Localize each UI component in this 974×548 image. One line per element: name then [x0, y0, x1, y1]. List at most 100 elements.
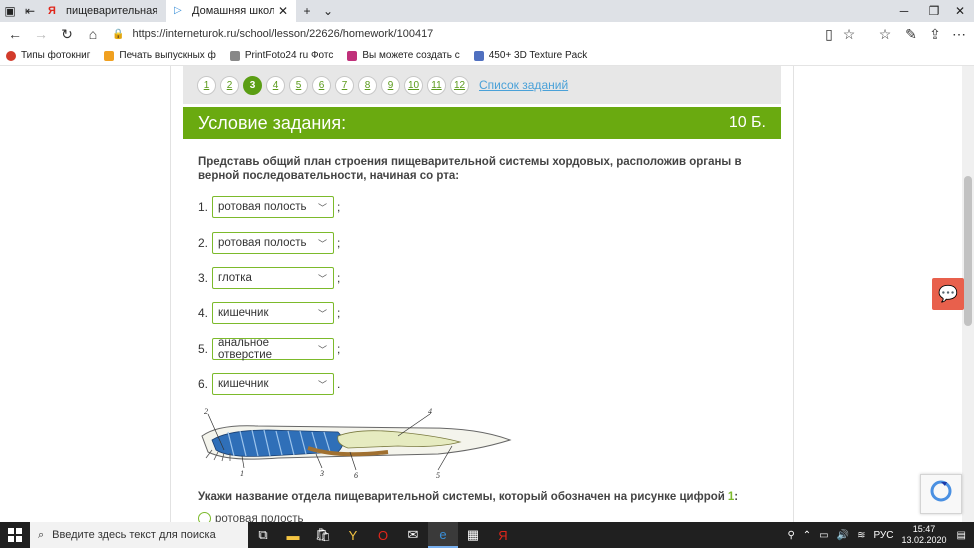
- bookmark-label: PrintFoto24 ru Фотс: [244, 50, 334, 61]
- answer-punct: ;: [337, 306, 341, 320]
- close-window-icon[interactable]: ✕: [940, 0, 974, 22]
- page-link[interactable]: 7: [335, 75, 354, 95]
- clock[interactable]: 15:47 13.02.2020: [902, 524, 947, 546]
- tab-digestive-system[interactable]: Я пищеварительная система: [40, 0, 165, 22]
- radio-button[interactable]: [198, 512, 211, 522]
- recaptcha-icon: [930, 480, 952, 502]
- volume-icon[interactable]: 🔊: [837, 530, 849, 541]
- answer-number: 3.: [198, 271, 209, 285]
- question2: Укажи название отдела пищеварительной си…: [198, 491, 738, 503]
- new-tab-icon[interactable]: +: [296, 0, 318, 22]
- store-icon[interactable]: 🛍: [308, 522, 338, 548]
- more-menu-icon[interactable]: ⋯: [946, 23, 972, 45]
- page-link-current[interactable]: 3: [243, 75, 262, 95]
- page-link[interactable]: 12: [450, 75, 469, 95]
- wifi-icon[interactable]: ≋: [857, 530, 865, 541]
- answer-number: 5.: [198, 342, 209, 356]
- bookmark-item[interactable]: Печать выпускных ф: [104, 50, 216, 61]
- home-icon[interactable]: ⌂: [80, 23, 106, 45]
- calculator-icon[interactable]: ▦: [458, 522, 488, 548]
- chevron-down-icon: ﹀: [317, 379, 327, 390]
- page-link[interactable]: 10: [404, 75, 423, 95]
- tab-list-chevron-icon[interactable]: ⌄: [318, 0, 338, 22]
- bookmark-item[interactable]: PrintFoto24 ru Фотс: [229, 50, 334, 61]
- url-text: https://interneturok.ru/school/lesson/22…: [132, 28, 434, 40]
- answer-select[interactable]: ротовая полость ﹀: [212, 232, 334, 254]
- page-link[interactable]: 8: [358, 75, 377, 95]
- task-banner: Условие задания: 10 Б.: [183, 107, 781, 139]
- page-link[interactable]: 9: [381, 75, 400, 95]
- yandex-icon[interactable]: Я: [488, 522, 518, 548]
- task-pager: 1 2 3 4 5 6 7 8 9 10 11 12 Список задани…: [183, 66, 781, 104]
- chat-icon[interactable]: 💬: [932, 278, 964, 310]
- page-link[interactable]: 1: [197, 75, 216, 95]
- opera-icon[interactable]: O: [368, 522, 398, 548]
- task-points: 10 Б.: [728, 114, 766, 131]
- battery-icon[interactable]: ▭: [819, 530, 828, 541]
- page-link[interactable]: 11: [427, 75, 446, 95]
- edge-browser-icon[interactable]: e: [428, 522, 458, 548]
- bookmark-item[interactable]: Типы фотокниг: [6, 50, 90, 61]
- share-icon[interactable]: ⇪: [922, 23, 948, 45]
- bookmark-favicon-icon: [6, 50, 16, 61]
- windows-start-icon[interactable]: [0, 522, 30, 548]
- bookmark-item[interactable]: 450+ 3D Texture Pack: [473, 50, 587, 61]
- back-tabs-icon[interactable]: ⇤: [20, 0, 40, 22]
- tasks-list-link[interactable]: Список заданий: [479, 78, 568, 92]
- answer-punct: ;: [337, 342, 341, 356]
- chevron-down-icon: ﹀: [317, 273, 327, 284]
- tab-label: пищеварительная система: [66, 5, 157, 17]
- favorite-star-icon[interactable]: ☆: [836, 23, 862, 45]
- answer-row: 5. анальное отверстие ﹀ ;: [198, 337, 341, 361]
- forward-arrow-icon[interactable]: →: [28, 23, 54, 45]
- figure-label: 2: [204, 407, 208, 416]
- answer-select[interactable]: кишечник ﹀: [212, 373, 334, 395]
- yandex-browser-icon[interactable]: Y: [338, 522, 368, 548]
- figure-label: 1: [240, 469, 244, 478]
- task-view-icon[interactable]: ⧉: [248, 522, 278, 548]
- radio-option[interactable]: ротовая полость: [198, 512, 304, 522]
- bookmark-item[interactable]: Вы можете создать с: [347, 50, 460, 61]
- refresh-icon[interactable]: ↻: [54, 23, 80, 45]
- notifications-icon[interactable]: ▤: [957, 530, 966, 541]
- page-link[interactable]: 5: [289, 75, 308, 95]
- answer-select[interactable]: глотка ﹀: [212, 267, 334, 289]
- page-link[interactable]: 6: [312, 75, 331, 95]
- back-arrow-icon[interactable]: ←: [2, 23, 28, 45]
- page-link[interactable]: 2: [220, 75, 239, 95]
- chevron-down-icon: ﹀: [317, 308, 327, 319]
- tab-actions-icon[interactable]: ▣: [0, 0, 20, 22]
- tab-interneturok[interactable]: ▷ Домашняя школа Inter ✕: [166, 0, 296, 22]
- address-bar[interactable]: 🔒 https://interneturok.ru/school/lesson/…: [106, 24, 836, 44]
- answer-number: 2.: [198, 236, 209, 250]
- search-icon: ⌕: [38, 528, 45, 541]
- bookmarks-bar: Типы фотокниг Печать выпускных ф PrintFo…: [0, 46, 974, 66]
- clock-time: 15:47: [912, 524, 936, 534]
- scrollbar-thumb[interactable]: [964, 176, 972, 326]
- favorites-hub-icon[interactable]: ☆: [872, 23, 898, 45]
- question2-text: Укажи название отдела пищеварительной си…: [198, 491, 725, 503]
- answer-select[interactable]: анальное отверстие ﹀: [212, 337, 334, 361]
- people-icon[interactable]: ⚲: [787, 530, 794, 541]
- task-title: Условие задания:: [198, 112, 347, 133]
- file-explorer-icon[interactable]: ▬: [278, 522, 308, 548]
- figure-label: 4: [428, 407, 432, 416]
- clock-date: 13.02.2020: [901, 535, 947, 545]
- close-tab-icon[interactable]: ✕: [278, 4, 288, 18]
- input-language[interactable]: РУС: [873, 530, 893, 541]
- answer-select[interactable]: кишечник ﹀: [212, 302, 334, 324]
- taskbar-search-input[interactable]: ⌕ Введите здесь текст для поиска: [30, 522, 248, 548]
- chevron-up-icon[interactable]: ⌃: [803, 530, 811, 541]
- windows-taskbar: ⌕ Введите здесь текст для поиска ⧉ ▬ 🛍 Y…: [0, 522, 974, 548]
- recaptcha-badge[interactable]: [920, 474, 962, 514]
- select-value: ротовая полость: [218, 201, 307, 213]
- answer-select[interactable]: ротовая полость ﹀: [212, 196, 334, 218]
- lancelet-figure: 2 4 1 3 6 5: [201, 407, 512, 480]
- browser-titlebar: ▣ ⇤ Я пищеварительная система ▷ Домашняя…: [0, 0, 974, 22]
- answer-row: 2. ротовая полость ﹀ ;: [198, 232, 340, 254]
- bookmark-favicon-icon: [347, 50, 358, 61]
- page-link[interactable]: 4: [266, 75, 285, 95]
- notes-pen-icon[interactable]: ✎: [898, 23, 924, 45]
- answer-number: 1.: [198, 200, 209, 214]
- mail-icon[interactable]: ✉: [398, 522, 428, 548]
